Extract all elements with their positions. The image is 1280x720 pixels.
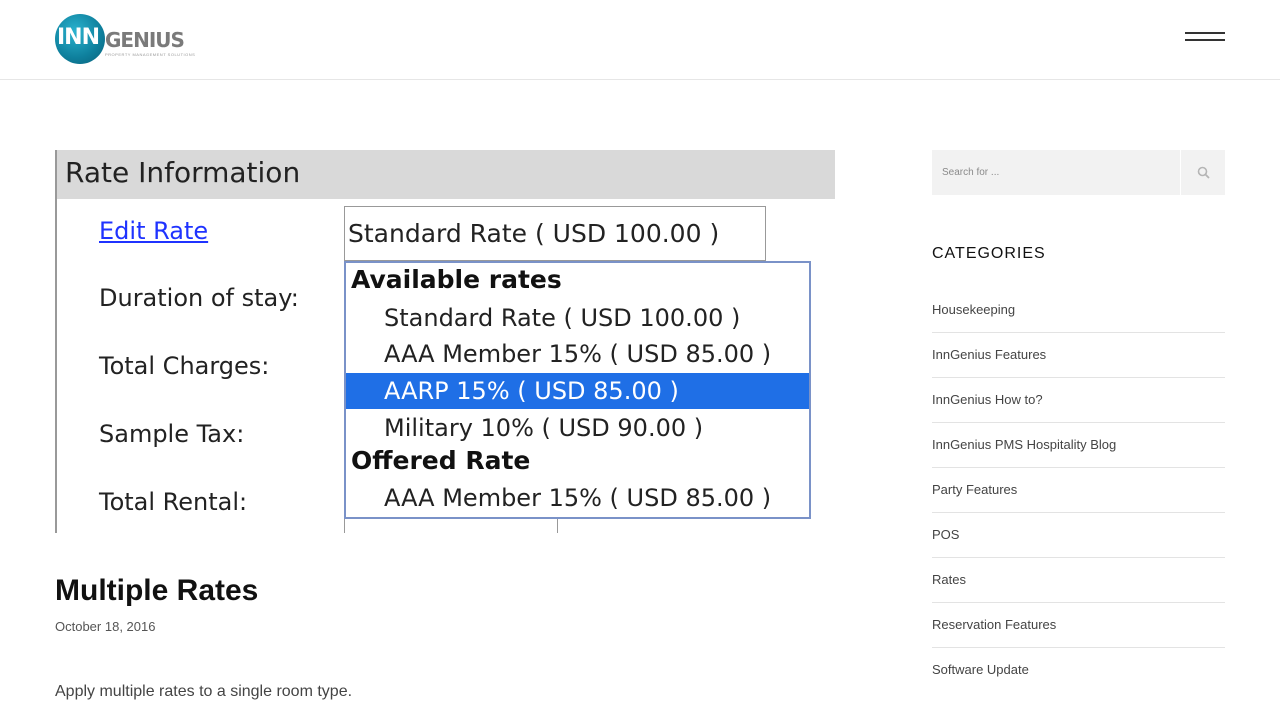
rate-info-title: Rate Information — [65, 156, 301, 189]
logo-tagline: PROPERTY MANAGEMENT SOLUTIONS — [105, 52, 196, 57]
sample-tax-label: Sample Tax: — [99, 420, 245, 448]
categories-list: Housekeeping InnGenius Features InnGeniu… — [932, 288, 1225, 693]
rate-option: Military 10% ( USD 90.00 ) — [384, 414, 704, 442]
category-link[interactable]: Party Features — [932, 468, 1225, 513]
edit-rate-label: Edit Rate — [99, 217, 209, 245]
category-link[interactable]: POS — [932, 513, 1225, 558]
total-charges-label: Total Charges: — [99, 352, 270, 380]
divider — [557, 519, 558, 533]
post-date: October 18, 2016 — [55, 619, 156, 634]
category-link[interactable]: InnGenius How to? — [932, 378, 1225, 423]
offered-rate-group: Offered Rate — [351, 446, 531, 475]
rate-select-value: Standard Rate ( USD 100.00 ) — [348, 219, 720, 248]
post-excerpt: Apply multiple rates to a single room ty… — [55, 683, 353, 700]
hamburger-menu-icon[interactable] — [1185, 30, 1225, 48]
post-title[interactable]: Multiple Rates — [55, 574, 258, 608]
site-logo[interactable]: INN GENIUS PROPERTY MANAGEMENT SOLUTIONS — [55, 14, 195, 66]
category-link[interactable]: Rates — [932, 558, 1225, 603]
category-link[interactable]: InnGenius PMS Hospitality Blog — [932, 423, 1225, 468]
search-button[interactable] — [1180, 150, 1225, 195]
featured-image[interactable]: Rate Information Edit Rate Duration of s… — [55, 150, 835, 533]
category-link[interactable]: Reservation Features — [932, 603, 1225, 648]
divider — [344, 519, 345, 533]
rate-option: Standard Rate ( USD 100.00 ) — [384, 304, 741, 332]
category-link[interactable]: InnGenius Features — [932, 333, 1225, 378]
site-header: INN GENIUS PROPERTY MANAGEMENT SOLUTIONS — [0, 0, 1280, 80]
rate-info-header: Rate Information — [57, 150, 835, 199]
menu-bar-bottom — [1185, 39, 1225, 41]
search-form — [932, 150, 1225, 195]
logo-inn-text: INN — [57, 25, 100, 50]
search-input[interactable] — [932, 150, 1180, 195]
rate-option: AAA Member 15% ( USD 85.00 ) — [384, 484, 772, 512]
rate-select-box: Standard Rate ( USD 100.00 ) — [344, 206, 766, 261]
rate-option-selected: AARP 15% ( USD 85.00 ) — [346, 373, 809, 409]
duration-label: Duration of stay: — [99, 284, 299, 312]
category-link[interactable]: Housekeeping — [932, 288, 1225, 333]
category-link[interactable]: Software Update — [932, 648, 1225, 693]
total-rental-label: Total Rental: — [99, 488, 248, 516]
categories-heading: CATEGORIES — [932, 245, 1046, 262]
menu-bar-top — [1185, 32, 1225, 34]
rate-options-list: Available rates Standard Rate ( USD 100.… — [344, 261, 811, 519]
available-rates-group: Available rates — [351, 265, 562, 294]
logo-genius-text: GENIUS — [105, 28, 185, 52]
rate-option: AAA Member 15% ( USD 85.00 ) — [384, 340, 772, 368]
